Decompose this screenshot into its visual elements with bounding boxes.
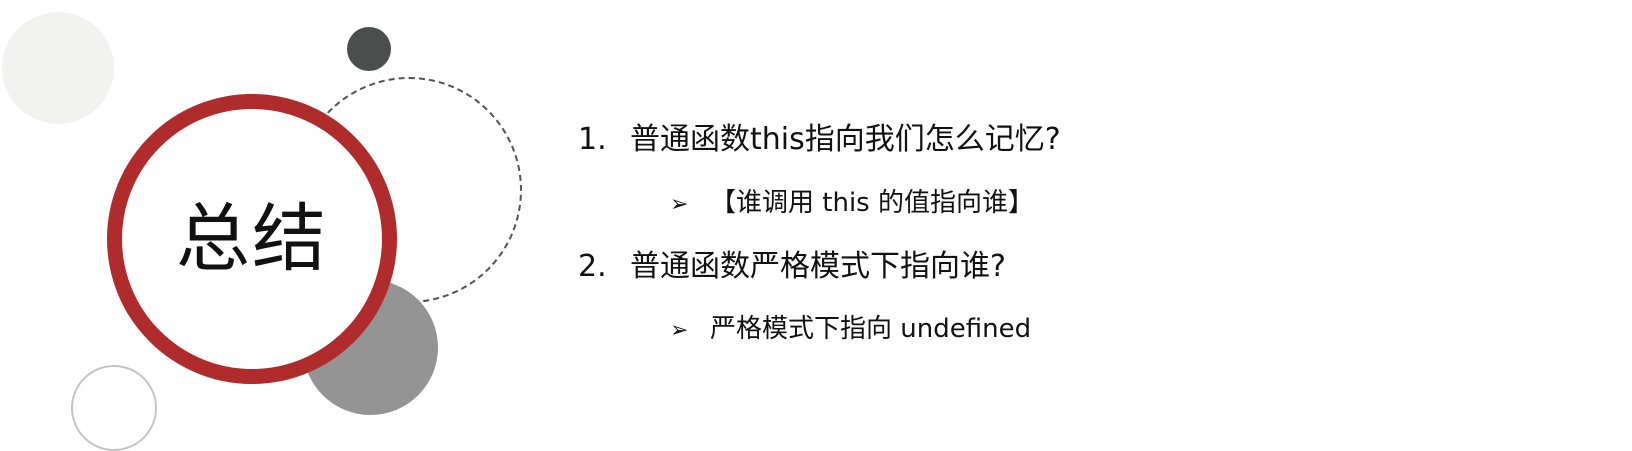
title-circle: 总结 — [107, 94, 397, 384]
question-2: 2. 普通函数严格模式下指向谁? — [578, 252, 1006, 282]
answer-text: 严格模式下指向 undefined — [710, 314, 1032, 344]
question-1: 1. 普通函数this指向我们怎么记忆? — [578, 125, 1061, 155]
answer-1: ➢ 【谁调用 this 的值指向谁】 — [670, 190, 1034, 216]
decorative-circle-outline — [71, 365, 157, 451]
decorative-circle-dark — [347, 27, 391, 71]
arrow-bullet-icon: ➢ — [670, 318, 689, 343]
question-text: 普通函数严格模式下指向谁? — [630, 249, 1006, 284]
answer-text: 【谁调用 this 的值指向谁】 — [710, 188, 1034, 218]
question-number: 1. — [578, 122, 607, 157]
answer-2: ➢ 严格模式下指向 undefined — [670, 316, 1031, 342]
question-text: 普通函数this指向我们怎么记忆? — [630, 122, 1061, 157]
question-number: 2. — [578, 249, 607, 284]
arrow-bullet-icon: ➢ — [670, 192, 689, 217]
decorative-circle-light — [2, 12, 114, 124]
page-title: 总结 — [176, 196, 328, 282]
